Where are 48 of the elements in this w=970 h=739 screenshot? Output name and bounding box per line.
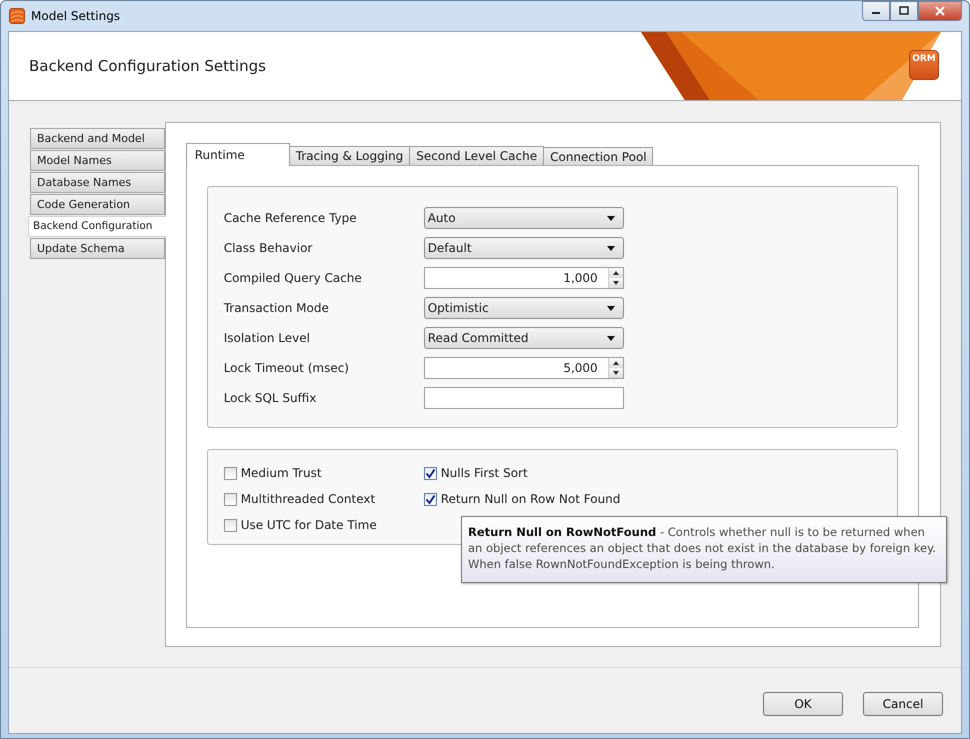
checkbox-label: Nulls First Sort — [440, 466, 528, 480]
sidebar-item[interactable]: Code Generation — [30, 194, 165, 215]
sidebar-item[interactable]: Update Schema — [30, 238, 165, 259]
tab[interactable]: Connection Pool — [543, 147, 654, 165]
field-label: Lock SQL Suffix — [224, 391, 318, 405]
sidebar-item[interactable]: Model Names — [30, 150, 165, 171]
dialog-button[interactable]: Cancel — [863, 692, 943, 716]
minimize-button[interactable] — [862, 1, 890, 21]
dropdown[interactable]: Default — [424, 237, 624, 259]
orm-logo: ORM — [909, 50, 939, 80]
dropdown[interactable]: Auto — [424, 207, 624, 229]
checkbox-label: Medium Trust — [240, 466, 322, 480]
maximize-button[interactable] — [890, 1, 918, 21]
dropdown[interactable]: Optimistic — [424, 297, 624, 319]
field-label: Class Behavior — [224, 241, 314, 255]
input-field[interactable] — [424, 387, 624, 409]
caret-icon — [606, 306, 615, 310]
field-label: Transaction Mode — [224, 301, 330, 315]
window-title: Model Settings — [31, 9, 120, 23]
checkbox[interactable] — [224, 518, 237, 532]
close-icon — [934, 6, 946, 16]
tab[interactable]: Second Level Cache — [409, 146, 544, 165]
tab[interactable]: Tracing & Logging — [288, 146, 410, 165]
checkbox-label: Use UTC for Date Time — [240, 518, 377, 532]
sidebar-item[interactable]: Backend and Model — [30, 128, 165, 149]
checkbox[interactable] — [224, 492, 237, 506]
tooltip: Return Null on RowNotFound - Controls whether null is to be returned when an object references an object that does not exist in the database by foreign key. When false RownNotFoundException is being thrown. — [461, 516, 947, 583]
caret-icon — [606, 246, 615, 250]
tab[interactable]: Runtime — [186, 143, 290, 166]
checkbox-label: Multithreaded Context — [240, 492, 376, 506]
field-label: Cache Reference Type — [224, 211, 358, 225]
checkbox[interactable] — [224, 466, 237, 480]
close-button[interactable] — [918, 1, 962, 21]
checkbox[interactable] — [424, 492, 437, 506]
checkbox[interactable] — [424, 466, 437, 480]
sidebar-item[interactable]: Database Names — [30, 172, 165, 193]
checkbox-label: Return Null on Row Not Found — [440, 492, 620, 506]
field-label: Isolation Level — [224, 331, 311, 345]
page-title: Backend Configuration Settings — [29, 57, 266, 75]
caret-icon — [606, 216, 615, 220]
dropdown[interactable]: Read Committed — [424, 327, 624, 349]
maximize-icon — [899, 6, 909, 16]
sidebar-item[interactable]: Backend Configuration — [28, 216, 166, 237]
dialog-button[interactable]: OK — [763, 692, 843, 716]
app-icon — [9, 8, 25, 24]
field-label: Compiled Query Cache — [224, 271, 363, 285]
field-label: Lock Timeout (msec) — [224, 361, 350, 375]
caret-icon — [606, 336, 615, 340]
